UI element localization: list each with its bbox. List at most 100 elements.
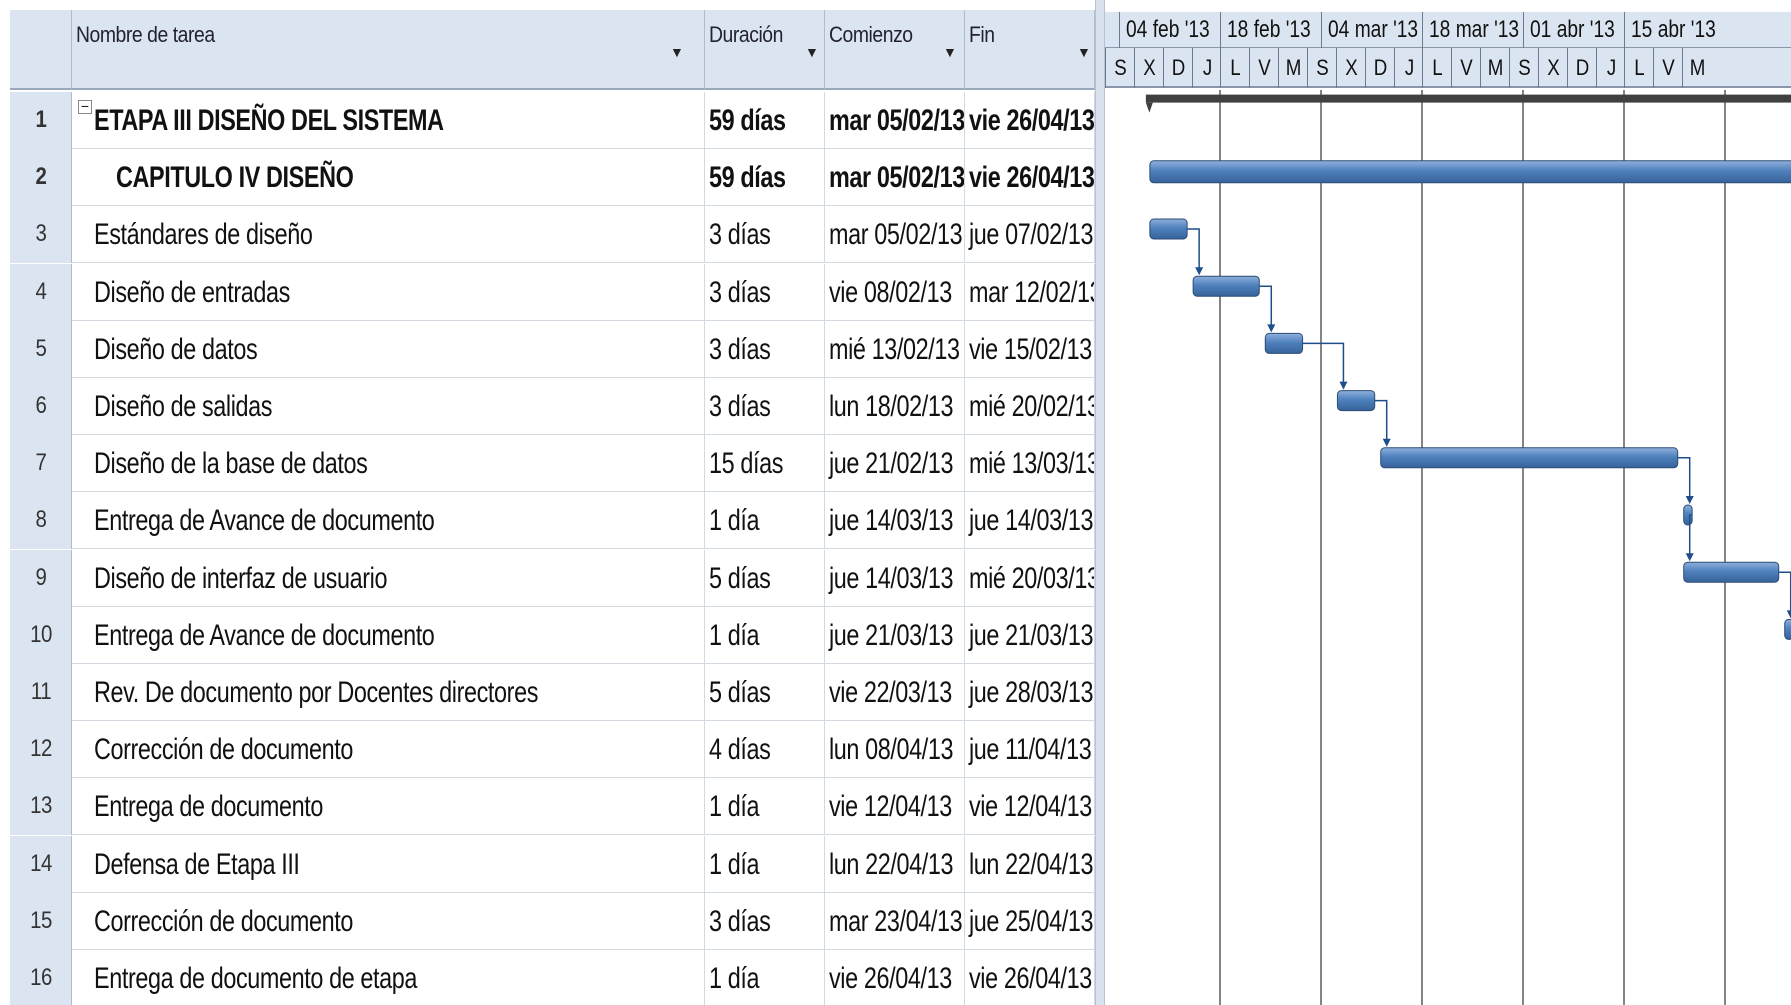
row-number[interactable]: 12 [10, 721, 72, 779]
start-cell[interactable]: mié 13/02/13 [825, 320, 965, 378]
duration-cell[interactable]: 59 días [705, 149, 825, 207]
row-number[interactable]: 6 [10, 378, 72, 435]
finish-cell[interactable]: jue 11/04/13 [965, 721, 1095, 779]
duration-cell[interactable]: 3 días [705, 378, 825, 435]
task-row[interactable]: 5 Diseño de datos 3 días mié 13/02/13 vie 15… [10, 320, 1095, 378]
duration-cell[interactable]: 1 día [705, 492, 825, 550]
task-row[interactable]: 14 Defensa de Etapa III 1 día lun 22/04/13 l… [10, 835, 1095, 893]
task-bar[interactable] [1192, 275, 1260, 297]
task-name-cell[interactable]: Rev. De documento por Docentes directore… [72, 664, 705, 721]
pane-splitter[interactable] [1095, 0, 1105, 1005]
finish-cell[interactable]: jue 14/03/13 [965, 492, 1095, 550]
duration-cell[interactable]: 59 días [705, 92, 825, 149]
task-name-cell[interactable]: Corrección de documento [72, 892, 705, 950]
finish-cell[interactable]: vie 26/04/13 [965, 950, 1095, 1005]
start-cell[interactable]: mar 05/02/13 [825, 92, 965, 149]
task-row[interactable]: 10 Entrega de Avance de documento 1 día jue… [10, 606, 1095, 664]
duration-cell[interactable]: 5 días [705, 549, 825, 607]
task-row[interactable]: 8 Entrega de Avance de documento 1 día jue … [10, 492, 1095, 550]
task-row[interactable]: 11 Rev. De documento por Docentes directo… [10, 664, 1095, 721]
row-number[interactable]: 1 [10, 92, 72, 149]
task-name-cell[interactable]: Diseño de datos [72, 320, 705, 378]
task-bar[interactable] [1336, 390, 1376, 412]
finish-cell[interactable]: jue 28/03/13 [965, 664, 1095, 721]
start-cell[interactable]: jue 14/03/13 [825, 492, 965, 550]
task-row[interactable]: 9 Diseño de interfaz de usuario 5 días jue … [10, 549, 1095, 607]
finish-cell[interactable]: vie 15/02/13 [965, 320, 1095, 378]
row-number[interactable]: 9 [10, 549, 72, 607]
finish-cell[interactable]: vie 12/04/13 [965, 778, 1095, 836]
task-row[interactable]: 12 Corrección de documento 4 días lun 08/04… [10, 721, 1095, 779]
task-name-cell[interactable]: Entrega de documento de etapa [72, 950, 705, 1005]
task-bar[interactable] [1264, 332, 1304, 354]
start-cell[interactable]: vie 12/04/13 [825, 778, 965, 836]
task-name-cell[interactable]: Entrega de documento [72, 778, 705, 836]
task-row[interactable]: 13 Entrega de documento 1 día vie 12/04/13 v… [10, 778, 1095, 836]
filter-dropdown-icon[interactable]: ▼ [805, 44, 819, 60]
finish-cell[interactable]: mié 20/03/13 [965, 549, 1095, 607]
summary-bar[interactable] [1145, 94, 1791, 103]
row-number[interactable]: 11 [10, 664, 72, 721]
row-number-header[interactable] [10, 10, 72, 90]
finish-cell[interactable]: mar 12/02/13 [965, 263, 1095, 321]
start-cell[interactable]: lun 18/02/13 [825, 378, 965, 435]
task-name-cell[interactable]: Estándares de diseño [72, 206, 705, 264]
task-name-cell[interactable]: Corrección de documento [72, 721, 705, 779]
start-cell[interactable]: jue 21/02/13 [825, 435, 965, 493]
row-number[interactable]: 2 [10, 149, 72, 207]
finish-cell[interactable]: vie 26/04/13 [965, 92, 1095, 149]
start-cell[interactable]: mar 23/04/13 [825, 892, 965, 950]
finish-cell[interactable]: jue 21/03/13 [965, 606, 1095, 664]
row-number[interactable]: 8 [10, 492, 72, 550]
duration-cell[interactable]: 1 día [705, 606, 825, 664]
row-number[interactable]: 13 [10, 778, 72, 836]
task-row[interactable]: 3 Estándares de diseño 3 días mar 05/02/13 j… [10, 206, 1095, 264]
start-cell[interactable]: mar 05/02/13 [825, 149, 965, 207]
finish-cell[interactable]: lun 22/04/13 [965, 835, 1095, 893]
task-row[interactable]: 16 Entrega de documento de etapa 1 día vie … [10, 950, 1095, 1005]
duration-cell[interactable]: 15 días [705, 435, 825, 493]
task-name-cell[interactable]: Diseño de entradas [72, 263, 705, 321]
task-row[interactable]: 6 Diseño de salidas 3 días lun 18/02/13 mié … [10, 378, 1095, 435]
row-number[interactable]: 14 [10, 835, 72, 893]
row-number[interactable]: 4 [10, 263, 72, 321]
row-number[interactable]: 7 [10, 435, 72, 493]
summary-task-bar[interactable] [1149, 160, 1791, 184]
column-header-finish[interactable]: Fin ▼ [965, 10, 1095, 90]
task-row[interactable]: 4 Diseño de entradas 3 días vie 08/02/13 mar… [10, 263, 1095, 321]
task-name-cell[interactable]: Diseño de salidas [72, 378, 705, 435]
filter-dropdown-icon[interactable]: ▼ [670, 44, 684, 60]
collapse-icon[interactable]: − [78, 99, 92, 114]
duration-cell[interactable]: 5 días [705, 664, 825, 721]
start-cell[interactable]: vie 22/03/13 [825, 664, 965, 721]
task-name-cell[interactable]: Entrega de Avance de documento [72, 606, 705, 664]
task-name-cell[interactable]: Defensa de Etapa III [72, 835, 705, 893]
finish-cell[interactable]: mié 20/02/13 [965, 378, 1095, 435]
start-cell[interactable]: jue 21/03/13 [825, 606, 965, 664]
duration-cell[interactable]: 1 día [705, 835, 825, 893]
finish-cell[interactable]: jue 25/04/13 [965, 892, 1095, 950]
task-row[interactable]: 2 CAPITULO IV DISEÑO 59 días mar 05/02/13 vi… [10, 149, 1095, 207]
task-bar[interactable] [1784, 618, 1791, 640]
task-bar[interactable] [1683, 561, 1780, 583]
start-cell[interactable]: jue 14/03/13 [825, 549, 965, 607]
task-row[interactable]: 1− ETAPA III DISEÑO DEL SISTEMA 59 días mar… [10, 92, 1095, 149]
duration-cell[interactable]: 1 día [705, 778, 825, 836]
duration-cell[interactable]: 3 días [705, 263, 825, 321]
task-name-cell[interactable]: − ETAPA III DISEÑO DEL SISTEMA [72, 92, 705, 149]
finish-cell[interactable]: vie 26/04/13 [965, 149, 1095, 207]
task-name-cell[interactable]: CAPITULO IV DISEÑO [72, 149, 705, 207]
duration-cell[interactable]: 1 día [705, 950, 825, 1005]
start-cell[interactable]: vie 26/04/13 [825, 950, 965, 1005]
start-cell[interactable]: lun 08/04/13 [825, 721, 965, 779]
finish-cell[interactable]: jue 07/02/13 [965, 206, 1095, 264]
row-number[interactable]: 16 [10, 950, 72, 1005]
duration-cell[interactable]: 3 días [705, 892, 825, 950]
duration-cell[interactable]: 4 días [705, 721, 825, 779]
task-name-cell[interactable]: Entrega de Avance de documento [72, 492, 705, 550]
task-bar[interactable] [1149, 218, 1188, 240]
row-number[interactable]: 10 [10, 606, 72, 664]
duration-cell[interactable]: 3 días [705, 320, 825, 378]
column-header-start[interactable]: Comienzo ▼ [825, 10, 965, 90]
column-header-name[interactable]: Nombre de tarea ▼ [72, 10, 705, 90]
